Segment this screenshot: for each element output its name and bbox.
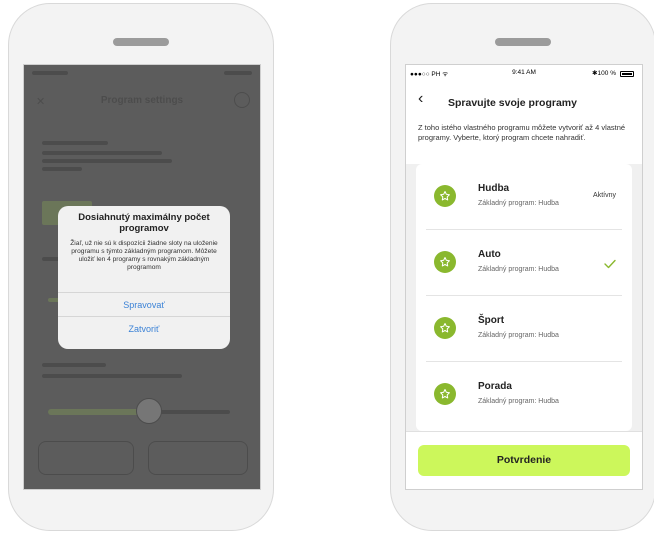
dim-settings-icon (234, 92, 250, 108)
battery-level: ✱100 % (592, 70, 616, 77)
program-name: Auto (478, 249, 501, 260)
close-button[interactable]: Zatvoriť (58, 316, 230, 340)
program-list-panel: Hudba Základný program: Hudba Aktívny Au… (406, 164, 642, 431)
dim-status-bar (32, 71, 252, 81)
chevron-left-icon[interactable]: ‹ (418, 91, 423, 107)
program-base: Základný program: Hudba (478, 266, 559, 273)
program-item-hudba[interactable]: Hudba Základný program: Hudba Aktívny (426, 164, 622, 230)
dim-page-title: Program settings (100, 95, 184, 106)
program-item-sport[interactable]: Šport Základný program: Hudba (426, 296, 622, 362)
battery-icon (620, 71, 634, 77)
star-icon (434, 383, 456, 405)
phone-frame-right: ●●●○○ PH ᯤ 9:41 AM ✱100 % ‹ Spravujte sv… (390, 3, 654, 531)
confirm-button[interactable]: Potvrdenie (418, 445, 630, 476)
star-icon (434, 251, 456, 273)
program-base: Základný program: Hudba (478, 332, 559, 339)
star-icon (434, 185, 456, 207)
screen-left: ✕ Program settings Dosiahnutý maximálny … (23, 64, 261, 490)
star-icon (434, 317, 456, 339)
program-item-porada[interactable]: Porada Základný program: Hudba (426, 362, 622, 428)
program-item-auto[interactable]: Auto Základný program: Hudba (426, 230, 622, 296)
alert-message: Žiaľ, už nie sú k dispozícii žiadne slot… (70, 240, 218, 271)
program-name: Hudba (478, 183, 510, 194)
page-description: Z toho istého vlastného programu môžete … (418, 123, 626, 142)
active-badge: Aktívny (593, 192, 616, 199)
page-title: Spravujte svoje programy (448, 97, 577, 109)
program-name: Šport (478, 315, 505, 326)
manage-button[interactable]: Spravovať (58, 292, 230, 316)
speaker-slot (495, 38, 551, 46)
program-base: Základný program: Hudba (478, 200, 559, 207)
phone-frame-left: ✕ Program settings Dosiahnutý maximálny … (8, 3, 274, 531)
screen-right: ●●●○○ PH ᯤ 9:41 AM ✱100 % ‹ Spravujte sv… (405, 64, 643, 490)
program-list: Hudba Základný program: Hudba Aktívny Au… (416, 164, 632, 431)
speaker-slot (113, 38, 169, 46)
program-base: Základný program: Hudba (478, 398, 559, 405)
alert-title: Dosiahnutý maximálny počet programov (78, 212, 210, 234)
checkmark-icon (604, 256, 616, 274)
max-programs-alert: Dosiahnutý maximálny počet programov Žia… (58, 206, 230, 349)
status-bar: ●●●○○ PH ᯤ 9:41 AM ✱100 % (410, 69, 638, 79)
footer: Potvrdenie (406, 431, 642, 489)
program-name: Porada (478, 381, 512, 392)
